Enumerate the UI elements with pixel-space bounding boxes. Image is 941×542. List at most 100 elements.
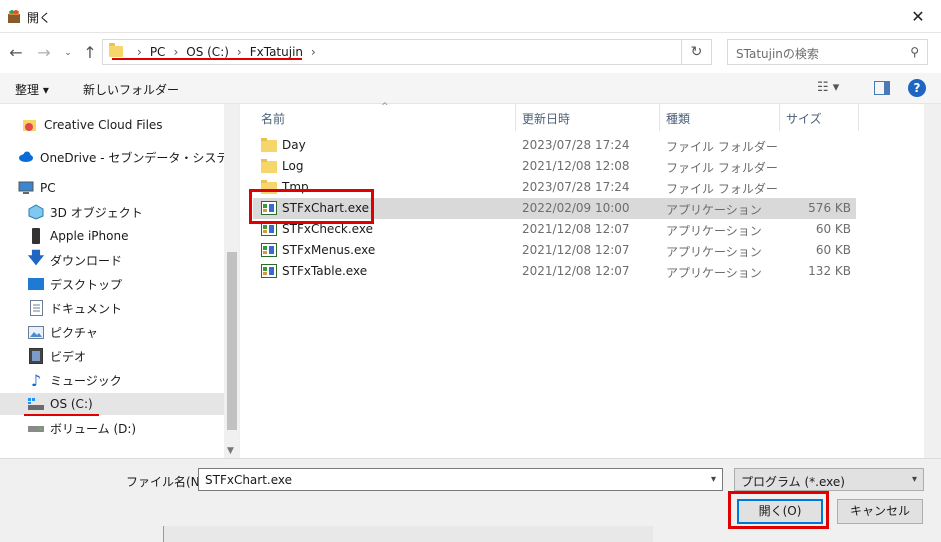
- column-header-size[interactable]: サイズ: [786, 110, 822, 127]
- file-modified: 2023/07/28 17:24: [522, 138, 630, 152]
- sidebar-item-volume-d[interactable]: ボリューム (D:): [0, 417, 224, 439]
- exe-icon: [261, 222, 277, 236]
- filetype-value: プログラム (*.exe): [741, 475, 845, 489]
- address-bar[interactable]: › PC › OS (C:) › FxTatujin › ▾: [102, 39, 766, 65]
- pc-icon: [18, 180, 34, 196]
- window-title: 開く: [27, 11, 52, 25]
- column-header-type[interactable]: 種類: [666, 110, 690, 127]
- forward-button[interactable]: →: [34, 43, 54, 63]
- sidebar-item-pictures[interactable]: ピクチャ: [0, 321, 224, 343]
- file-list-scrollbar[interactable]: [924, 104, 941, 458]
- sidebar-item-label: ビデオ: [50, 349, 87, 364]
- file-size: 60 KB: [815, 222, 851, 236]
- scrollbar-thumb[interactable]: [227, 252, 237, 430]
- cancel-button[interactable]: キャンセル: [837, 499, 923, 524]
- navigation-pane: Creative Cloud Files OneDrive - セブンデータ・シ…: [0, 104, 240, 458]
- breadcrumb-pc[interactable]: PC: [150, 45, 166, 59]
- column-divider[interactable]: [659, 104, 660, 131]
- column-header-modified[interactable]: 更新日時: [522, 110, 570, 127]
- chevron-down-icon: ▾: [911, 474, 917, 485]
- sidebar-item-label: ボリューム (D:): [50, 421, 137, 436]
- filetype-select[interactable]: プログラム (*.exe) ▾: [734, 468, 924, 491]
- help-icon[interactable]: ?: [908, 79, 926, 97]
- pictures-icon: [28, 324, 44, 340]
- refresh-button[interactable]: ↻: [682, 39, 712, 65]
- sort-ascending-icon: ^: [381, 102, 389, 112]
- sidebar-item-creative-cloud[interactable]: Creative Cloud Files: [0, 114, 224, 136]
- creative-cloud-icon: [22, 117, 38, 133]
- filename-value: STFxChart.exe: [205, 473, 293, 487]
- sidebar-item-label: OneDrive - セブンデータ・システムズ株式: [40, 150, 224, 165]
- preview-pane-icon[interactable]: [874, 81, 890, 95]
- file-row-stfxcheck[interactable]: STFxCheck.exe 2021/12/08 12:07 アプリケーション …: [253, 219, 856, 240]
- sidebar-item-documents[interactable]: ドキュメント: [0, 297, 224, 319]
- exe-icon: [261, 264, 277, 278]
- arrow-up-icon: ↑: [83, 43, 97, 62]
- up-button[interactable]: ↑: [80, 43, 100, 63]
- navigation-bar: ← → ⌄ ↑ › PC › OS (C:) › FxTatujin › ▾ ↻…: [0, 33, 941, 73]
- sidebar-item-pc[interactable]: PC: [0, 177, 224, 199]
- download-icon: 🡇: [27, 249, 45, 267]
- open-button[interactable]: 開く(O): [737, 499, 823, 524]
- column-divider[interactable]: [779, 104, 780, 131]
- file-row-stfxchart[interactable]: STFxChart.exe 2022/02/09 10:00 アプリケーション …: [253, 198, 856, 219]
- sidebar-item-onedrive[interactable]: OneDrive - セブンデータ・システムズ株式: [0, 146, 224, 168]
- file-type: ファイル フォルダー: [666, 161, 778, 175]
- sidebar-item-3d-objects[interactable]: 3D オブジェクト: [0, 201, 224, 223]
- title-bar: 開く ✕: [0, 0, 941, 33]
- sidebar-item-downloads[interactable]: 🡇 ダウンロード: [0, 249, 224, 271]
- sidebar-item-os-c[interactable]: OS (C:): [0, 393, 224, 415]
- file-modified: 2022/02/09 10:00: [522, 201, 630, 215]
- file-row-day[interactable]: Day 2023/07/28 17:24 ファイル フォルダー: [253, 135, 856, 156]
- sidebar-item-label: PC: [40, 181, 56, 195]
- chevron-right-icon: ›: [236, 45, 242, 59]
- sidebar-item-desktop[interactable]: デスクトップ: [0, 273, 224, 295]
- sidebar-item-apple-iphone[interactable]: Apple iPhone: [0, 225, 224, 247]
- file-type: ファイル フォルダー: [666, 182, 778, 196]
- folder-icon: [261, 180, 277, 194]
- filename-input[interactable]: STFxChart.exe ▾: [198, 468, 723, 491]
- file-name: STFxCheck.exe: [282, 222, 373, 236]
- search-icon: ⚲: [910, 45, 919, 59]
- file-name: STFxChart.exe: [282, 201, 370, 215]
- close-button[interactable]: ✕: [895, 0, 941, 33]
- column-divider[interactable]: [858, 104, 859, 131]
- file-name: Day: [282, 138, 306, 152]
- file-row-stfxtable[interactable]: STFxTable.exe 2021/12/08 12:07 アプリケーション …: [253, 261, 856, 282]
- organize-button[interactable]: 整理 ▾: [15, 81, 49, 98]
- file-type: アプリケーション: [666, 245, 762, 259]
- file-type: アプリケーション: [666, 203, 762, 217]
- sidebar-item-videos[interactable]: ビデオ: [0, 345, 224, 367]
- breadcrumb-os-c[interactable]: OS (C:): [186, 45, 229, 59]
- file-row-tmp[interactable]: Tmp 2023/07/28 17:24 ファイル フォルダー: [253, 177, 856, 198]
- chevron-down-icon[interactable]: ▾: [711, 474, 716, 485]
- search-input[interactable]: STatujinの検索 ⚲: [727, 39, 928, 65]
- column-headers: ^ 名前 更新日時 種類 サイズ: [241, 102, 941, 131]
- volume-icon: [28, 420, 44, 436]
- file-row-log[interactable]: Log 2021/12/08 12:08 ファイル フォルダー: [253, 156, 856, 177]
- file-row-stfxmenus[interactable]: STFxMenus.exe 2021/12/08 12:07 アプリケーション …: [253, 240, 856, 261]
- recent-locations-button[interactable]: ⌄: [58, 43, 78, 63]
- chevron-right-icon: ›: [137, 45, 142, 59]
- phone-icon: [28, 228, 44, 244]
- app-icon: [8, 10, 20, 23]
- back-button[interactable]: ←: [6, 43, 26, 63]
- view-options-icon[interactable]: ☷ ▾: [817, 80, 839, 95]
- scroll-down-icon[interactable]: ▼: [227, 446, 234, 456]
- new-folder-button[interactable]: 新しいフォルダー: [83, 81, 179, 98]
- breadcrumb: › PC › OS (C:) › FxTatujin ›: [129, 45, 324, 59]
- column-divider[interactable]: [515, 104, 516, 131]
- column-header-name[interactable]: 名前: [261, 110, 285, 127]
- drive-icon: [28, 396, 44, 412]
- chevron-down-icon: ⌄: [64, 48, 72, 58]
- sidebar-scrollbar[interactable]: ▼: [224, 104, 239, 458]
- sidebar-item-music[interactable]: ♪ ミュージック: [0, 369, 224, 391]
- file-list: ^ 名前 更新日時 種類 サイズ Day 2023/07/28 17:24 ファ…: [241, 102, 941, 458]
- sidebar-item-label: ダウンロード: [50, 253, 123, 268]
- sidebar-item-label: Creative Cloud Files: [44, 118, 163, 132]
- file-type: ファイル フォルダー: [666, 140, 778, 154]
- file-name: STFxMenus.exe: [282, 243, 376, 257]
- breadcrumb-fxtatujin[interactable]: FxTatujin: [250, 45, 303, 59]
- file-name: Log: [282, 159, 304, 173]
- music-icon: ♪: [30, 370, 42, 390]
